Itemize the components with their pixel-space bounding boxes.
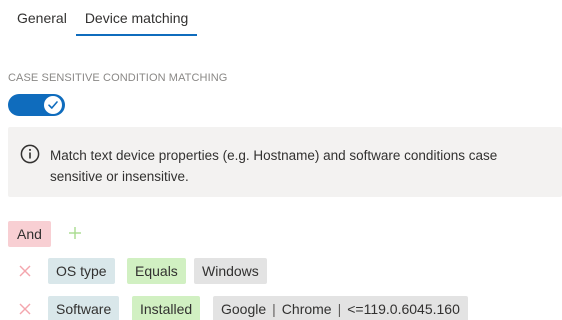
close-icon[interactable] xyxy=(17,263,33,279)
and-operator-chip[interactable]: And xyxy=(8,221,51,247)
tab-bar: General Device matching xyxy=(8,6,197,36)
plus-icon[interactable] xyxy=(66,220,84,246)
case-sensitive-label: CASE SENSITIVE CONDITION MATCHING xyxy=(8,72,228,84)
info-icon xyxy=(20,144,40,164)
value-separator: | xyxy=(272,301,276,317)
info-message-text: Match text device properties (e.g. Hostn… xyxy=(50,148,498,184)
condition-value-chip[interactable]: Google | Chrome | <=119.0.6045.160 xyxy=(213,296,468,320)
value-separator: | xyxy=(337,301,342,317)
toggle-thumb xyxy=(44,96,62,114)
tab-general[interactable]: General xyxy=(8,6,76,36)
value-vendor: Google xyxy=(221,301,267,317)
value-product: Chrome xyxy=(281,301,332,317)
condition-field-chip[interactable]: OS type xyxy=(48,258,115,284)
condition-field-chip[interactable]: Software xyxy=(48,296,120,320)
value-version: <=119.0.6045.160 xyxy=(347,301,460,317)
condition-value-chip[interactable]: Windows xyxy=(194,258,267,284)
checkmark-icon xyxy=(48,101,58,109)
tab-device-matching[interactable]: Device matching xyxy=(75,6,198,36)
condition-comparator-chip[interactable]: Equals xyxy=(127,258,186,284)
info-message-box: Match text device properties (e.g. Hostn… xyxy=(8,127,562,197)
condition-comparator-chip[interactable]: Installed xyxy=(132,296,201,320)
close-icon[interactable] xyxy=(17,301,33,317)
device-matching-page: General Device matching CASE SENSITIVE C… xyxy=(0,0,562,320)
case-sensitive-toggle[interactable] xyxy=(8,94,65,116)
